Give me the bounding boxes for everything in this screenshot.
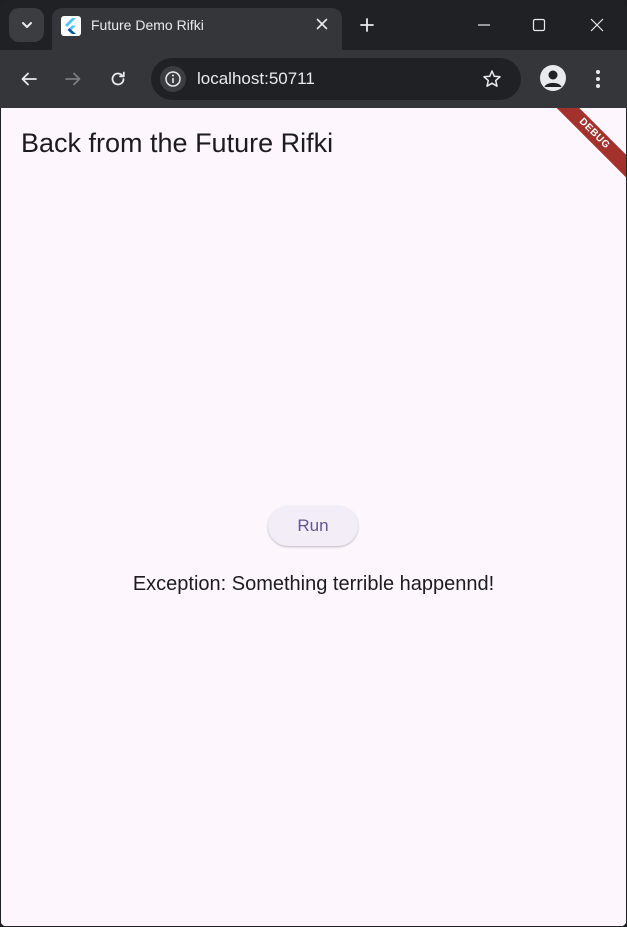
tab-close-button[interactable] <box>312 14 332 34</box>
maximize-icon <box>532 18 546 32</box>
arrow-right-icon <box>65 72 81 86</box>
browser-window: Future Demo Rifki localhost:50711 Back f… <box>0 0 627 927</box>
plus-icon <box>360 18 374 32</box>
reload-button[interactable] <box>103 64 133 94</box>
tab-title: Future Demo Rifki <box>91 17 204 33</box>
chevron-down-icon <box>21 22 32 28</box>
close-icon <box>316 18 328 30</box>
tab-search-button[interactable] <box>9 8 44 42</box>
star-icon <box>483 70 501 87</box>
flutter-logo-icon <box>61 16 81 36</box>
active-tab[interactable]: Future Demo Rifki <box>52 8 342 50</box>
forward-button[interactable] <box>58 64 88 94</box>
address-bar[interactable]: localhost:50711 <box>151 58 521 100</box>
url-text[interactable]: localhost:50711 <box>197 69 315 89</box>
new-tab-button[interactable] <box>354 12 380 38</box>
app-page: Back from the Future Rifki DEBUG Run Exc… <box>1 108 626 926</box>
debug-banner: DEBUG <box>545 108 626 183</box>
back-button[interactable] <box>14 64 44 94</box>
reload-icon <box>111 71 125 86</box>
bookmark-button[interactable] <box>481 68 503 90</box>
arrow-left-icon <box>21 72 37 86</box>
result-message: Exception: Something terrible happennd! <box>132 573 495 595</box>
info-icon <box>165 71 181 87</box>
more-vert-icon <box>596 70 600 88</box>
browser-menu-button[interactable] <box>586 64 610 94</box>
maximize-button[interactable] <box>521 8 557 42</box>
browser-toolbar: localhost:50711 <box>0 50 627 108</box>
profile-button[interactable] <box>540 65 566 91</box>
page-title: Back from the Future Rifki <box>21 128 334 158</box>
tab-strip: Future Demo Rifki <box>0 0 627 50</box>
run-button[interactable]: Run <box>268 506 358 546</box>
minimize-button[interactable] <box>466 8 502 42</box>
close-window-button[interactable] <box>579 8 615 42</box>
account-icon <box>544 70 562 87</box>
close-icon <box>590 18 604 32</box>
minimize-icon <box>478 24 490 26</box>
site-info-button[interactable] <box>160 66 186 92</box>
